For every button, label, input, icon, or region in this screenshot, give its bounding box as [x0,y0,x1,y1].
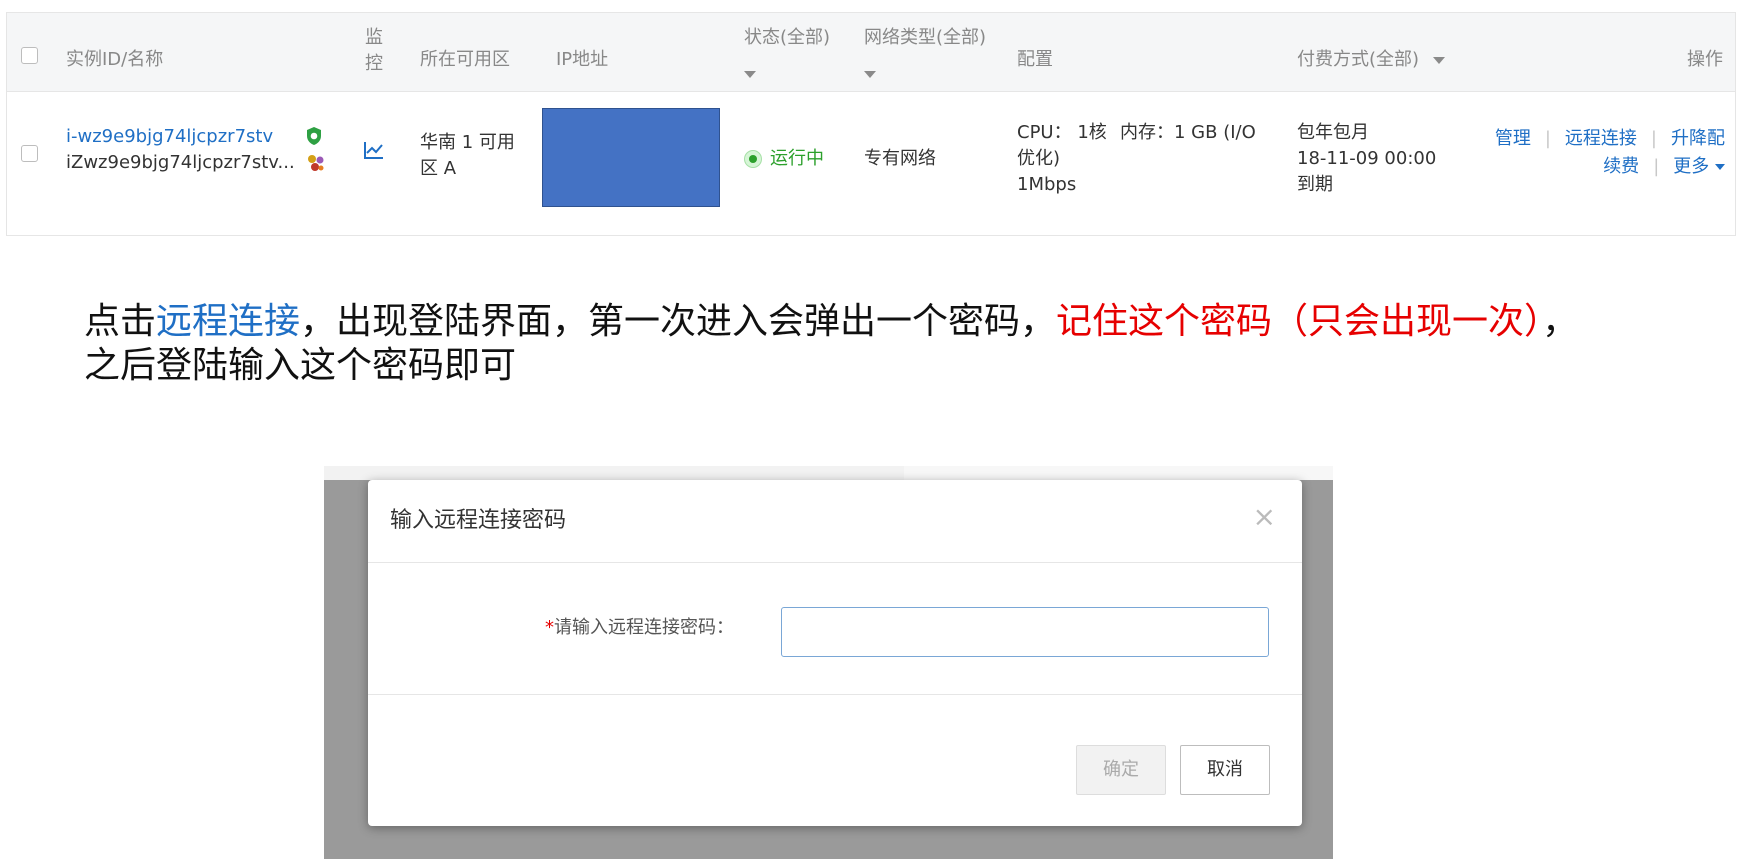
overlay-strip [324,466,904,480]
shield-icon[interactable] [305,126,323,150]
col-actions: 操作 [1687,49,1723,70]
status-badge: 运行中 [770,148,824,169]
more-dropdown[interactable]: 更多 [1673,156,1725,177]
col-status-filter[interactable]: 状态(全部) [744,25,830,51]
instance-name: iZwz9e9bjg74ljcpzr7stv... [66,152,295,173]
status-filter-caret-icon[interactable] [744,64,756,83]
config-bandwidth: 1Mbps [1017,174,1077,195]
monitor-chart-icon[interactable] [363,140,385,164]
col-ip: IP地址 [556,49,609,70]
chevron-down-icon [1715,164,1725,170]
config-cpu: CPU： 1核 [1017,122,1107,143]
required-mark: * [545,617,554,638]
close-icon[interactable]: × [1253,502,1276,532]
config-memory: 内存：1 GB (I/O [1120,122,1256,143]
col-network-filter[interactable]: 网络类型(全部) [864,25,986,51]
instruction-part1: 点击 [84,301,157,342]
col-monitor-line2: 控 [365,53,383,74]
actions-row2: 续费 | 更多 [1603,154,1725,180]
instruction-remote-highlight: 远程连接 [156,301,301,342]
instance-id-link[interactable]: i-wz9e9bjg74ljcpzr7stv [66,124,273,150]
password-field-label: *请输入远程连接密码： [538,615,734,641]
confirm-button[interactable]: 确定 [1076,745,1166,795]
zone-line2: 区 A [420,158,457,179]
separator: | [1653,156,1660,177]
upgrade-link[interactable]: 升降配 [1671,128,1725,149]
col-config: 配置 [1017,49,1053,70]
select-all-checkbox[interactable] [21,47,38,64]
instruction-warning: 记住这个密码（只会出现一次） [1056,301,1543,342]
instance-table: 实例ID/名称 监 控 所在可用区 IP地址 状态(全部) 网络类型(全部) 配… [6,12,1736,236]
remote-password-dialog: 输入远程连接密码 × *请输入远程连接密码： 确定 取消 [368,480,1302,826]
col-instance: 实例ID/名称 [66,49,164,70]
col-billing-label: 付费方式(全部) [1297,49,1420,70]
billing-expiry-label: 到期 [1297,174,1333,195]
cancel-button[interactable]: 取消 [1180,745,1270,795]
separator: | [1544,128,1551,149]
dialog-title: 输入远程连接密码 [390,508,567,533]
password-input[interactable] [781,607,1269,657]
dialog-header: 输入远程连接密码 × [368,480,1302,563]
billing-expiry-date: 18-11-09 00:00 [1297,148,1437,169]
separator: | [1650,128,1657,149]
config-io-optimized: 优化) [1017,148,1061,169]
col-billing-filter[interactable]: 付费方式(全部) [1297,47,1445,73]
billing-filter-caret-icon [1432,56,1445,64]
instruction-part5: ， [1542,301,1579,342]
plugin-gear-icon[interactable] [305,152,327,178]
password-field-label-text: 请输入远程连接密码： [554,617,734,638]
renew-link[interactable]: 续费 [1603,156,1639,177]
network-type: 专有网络 [864,148,936,169]
col-monitor-line1: 监 [365,27,383,48]
manage-link[interactable]: 管理 [1495,128,1531,149]
dialog-body: *请输入远程连接密码： [368,563,1302,695]
overlay-strip [904,466,1333,480]
more-label: 更多 [1673,156,1710,177]
network-filter-caret-icon[interactable] [864,64,876,83]
actions-row1: 管理 | 远程连接 | 升降配 [1495,126,1725,152]
col-zone: 所在可用区 [420,49,510,70]
zone-line1: 华南 1 可用 [420,132,515,153]
table-row: i-wz9e9bjg74ljcpzr7stv iZwz9e9bjg74ljcpz… [7,92,1735,236]
instruction-part3: ，出现登陆界面，第一次进入会弹出一个密码， [300,301,1057,342]
instruction-line2: 之后登陆输入这个密码即可 [84,345,517,386]
billing-type: 包年包月 [1297,122,1369,143]
status-running-icon [744,150,762,168]
remote-connect-link[interactable]: 远程连接 [1565,128,1637,149]
row-checkbox[interactable] [21,145,38,162]
instruction-text: 点击远程连接，出现登陆界面，第一次进入会弹出一个密码，记住这个密码（只会出现一次… [84,300,1664,388]
ip-address-redacted [542,108,720,207]
table-header: 实例ID/名称 监 控 所在可用区 IP地址 状态(全部) 网络类型(全部) 配… [7,12,1735,92]
